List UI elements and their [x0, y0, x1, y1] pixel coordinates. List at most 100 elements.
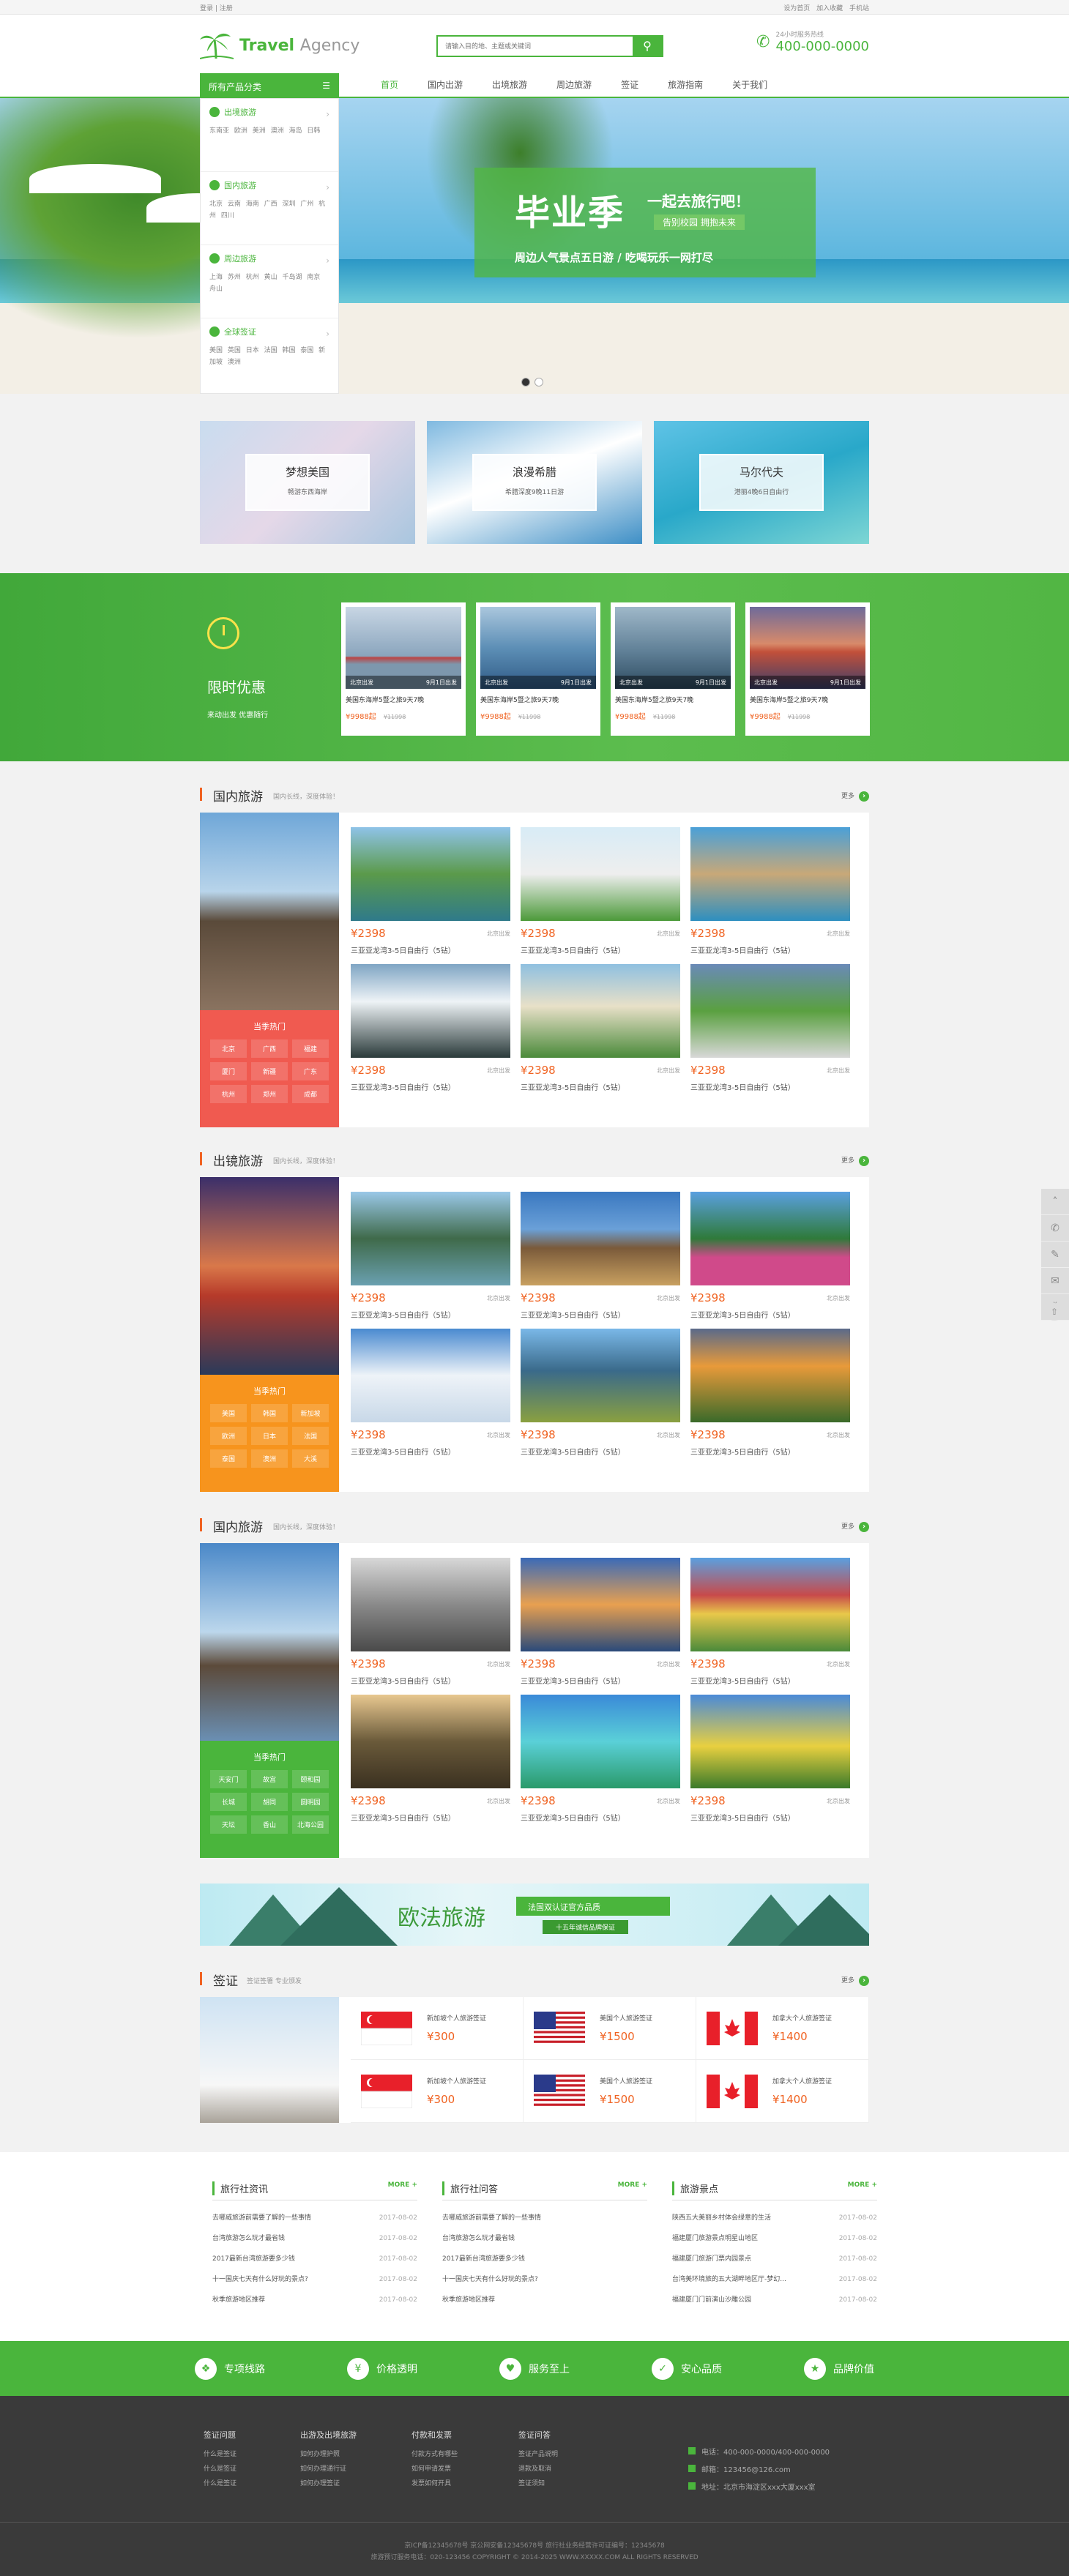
tour-name[interactable]: 三亚亚龙湾3-5日自由行（5钻） — [690, 1812, 850, 1823]
more-link[interactable]: 更多 › — [841, 791, 869, 802]
tour-image[interactable] — [351, 1329, 510, 1422]
news-title[interactable]: 十一国庆七天有什么好玩的景点? — [212, 2269, 308, 2290]
visa-item[interactable]: 新加坡个人旅游签证 ¥300 — [351, 2060, 524, 2123]
hot-destination-link[interactable]: 欧洲 — [210, 1427, 247, 1445]
tour-card[interactable]: ¥2398 北京出发 三亚亚龙湾3-5日自由行（5钻） — [521, 827, 680, 955]
hot-destination-link[interactable]: 广东 — [292, 1062, 329, 1080]
news-item[interactable]: 十一国庆七天有什么好玩的景点? 2017-08-02 — [212, 2269, 417, 2290]
tour-card[interactable]: ¥2398 北京出发 三亚亚龙湾3-5日自由行（5钻） — [351, 1329, 510, 1457]
tour-card[interactable]: ¥2398 北京出发 三亚亚龙湾3-5日自由行（5钻） — [351, 1695, 510, 1823]
hot-destination-link[interactable]: 法国 — [292, 1427, 329, 1445]
hero-banner[interactable]: 毕业季 一起去旅行吧！ 告别校园 拥抱未来 周边人气景点五日游 / 吃喝玩乐一网… — [0, 98, 1069, 394]
section-cover-image[interactable] — [200, 1543, 339, 1741]
tour-card[interactable]: ¥2398 北京出发 三亚亚龙湾3-5日自由行（5钻） — [521, 1329, 680, 1457]
news-title[interactable]: 福建厦门门前演山沙雕公园 — [672, 2290, 751, 2310]
carousel-dot[interactable] — [521, 378, 530, 387]
tour-image[interactable] — [521, 1329, 680, 1422]
category-group[interactable]: 国内旅游 北京 云南 海南 广西 深圳 广州 杭州 四川 › — [201, 172, 338, 245]
search-button[interactable]: ⚲ — [633, 37, 662, 56]
tour-image[interactable] — [521, 1558, 680, 1651]
news-item[interactable]: 台湾美环境旅的五大湖畔地区厅-梦幻... 2017-08-02 — [672, 2269, 877, 2290]
news-title[interactable]: 台湾旅游怎么玩才最省钱 — [442, 2228, 515, 2249]
tour-image[interactable] — [690, 1558, 850, 1651]
footer-link[interactable]: 发票如何开具 — [411, 2476, 458, 2491]
tour-image[interactable] — [351, 1695, 510, 1788]
hot-destination-link[interactable]: 天安门 — [210, 1770, 247, 1788]
tour-card[interactable]: ¥2398 北京出发 三亚亚龙湾3-5日自由行（5钻） — [521, 1558, 680, 1686]
hot-destination-link[interactable]: 长城 — [210, 1793, 247, 1811]
nav-outbound[interactable]: 出境旅游 — [477, 73, 542, 98]
tour-name[interactable]: 三亚亚龙湾3-5日自由行（5钻） — [351, 1309, 510, 1320]
mail-icon[interactable]: ✉ — [1041, 1268, 1069, 1294]
tour-name[interactable]: 三亚亚龙湾3-5日自由行（5钻） — [521, 1812, 680, 1823]
tour-image[interactable] — [521, 964, 680, 1058]
hot-destination-link[interactable]: 圆明园 — [292, 1793, 329, 1811]
visa-item[interactable]: 加拿大个人旅游签证 ¥1400 — [696, 2060, 869, 2123]
category-links[interactable]: 东南亚 欧洲 美洲 澳洲 海岛 日韩 — [209, 125, 329, 137]
deal-card[interactable]: 北京出发 9月1日出发 美国东海岸5暨之旅9天7晚 ¥9988起 ¥11998 — [611, 602, 735, 736]
more-link[interactable]: 更多 › — [841, 1155, 869, 1166]
nav-guide[interactable]: 旅游指南 — [653, 73, 718, 98]
tour-name[interactable]: 三亚亚龙湾3-5日自由行（5钻） — [690, 944, 850, 955]
hot-destination-link[interactable]: 厦门 — [210, 1062, 247, 1080]
category-group[interactable]: 周边旅游 上海 苏州 杭州 黄山 千岛湖 南京 舟山 › — [201, 245, 338, 318]
hot-destination-link[interactable]: 杭州 — [210, 1085, 247, 1103]
footer-link[interactable]: 退款及取消 — [518, 2462, 558, 2476]
hot-destination-link[interactable]: 北京 — [210, 1039, 247, 1058]
hot-destination-link[interactable]: 大溪 — [292, 1449, 329, 1468]
news-title[interactable]: 台湾美环境旅的五大湖畔地区厅-梦幻... — [672, 2269, 786, 2290]
hot-destination-link[interactable]: 新加坡 — [292, 1404, 329, 1422]
edit-icon[interactable]: ✎ — [1041, 1242, 1069, 1268]
tour-image[interactable] — [521, 827, 680, 921]
tour-card[interactable]: ¥2398 北京出发 三亚亚龙湾3-5日自由行（5钻） — [690, 1192, 850, 1320]
category-links[interactable]: 上海 苏州 杭州 黄山 千岛湖 南京 舟山 — [209, 272, 329, 295]
hot-destination-link[interactable]: 澳洲 — [251, 1449, 288, 1468]
section-cover-image[interactable] — [200, 813, 339, 1010]
tour-image[interactable] — [690, 827, 850, 921]
more-link[interactable]: MORE + — [388, 2181, 417, 2195]
hot-destination-link[interactable]: 日本 — [251, 1427, 288, 1445]
news-item[interactable]: 去哪威旅游前需要了解的一些事情 2017-08-02 — [212, 2208, 417, 2228]
news-item[interactable]: 福建厦门门前演山沙雕公园 2017-08-02 — [672, 2290, 877, 2310]
news-title[interactable]: 秋季旅游地区推荐 — [212, 2290, 265, 2310]
footer-link[interactable]: 什么是签证 — [204, 2447, 236, 2462]
category-menu-button[interactable]: 所有产品分类 ☰ — [200, 73, 339, 98]
category-group[interactable]: 全球签证 美国 英国 日本 法国 韩国 泰国 新加坡 澳洲 › — [201, 318, 338, 392]
tour-card[interactable]: ¥2398 北京出发 三亚亚龙湾3-5日自由行（5钻） — [690, 964, 850, 1092]
feature-card[interactable]: 马尔代夫 港丽4晚6日自由行 — [654, 421, 869, 544]
search-input[interactable] — [438, 37, 633, 56]
hot-destination-link[interactable]: 故宫 — [251, 1770, 288, 1788]
feature-card[interactable]: 浪漫希腊 希腊深度9晚11日游 — [427, 421, 642, 544]
news-item[interactable]: 福建厦门旅游景点明星山地区 2017-08-02 — [672, 2228, 877, 2249]
nav-home[interactable]: 首页 — [366, 73, 413, 98]
phone-icon[interactable]: ✆ — [1041, 1215, 1069, 1242]
footer-link[interactable]: 付款方式有哪些 — [411, 2447, 458, 2462]
tour-card[interactable]: ¥2398 北京出发 三亚亚龙湾3-5日自由行（5钻） — [521, 1192, 680, 1320]
visa-item[interactable]: 美国个人旅游签证 ¥1500 — [524, 2060, 696, 2123]
hot-destination-link[interactable]: 新疆 — [251, 1062, 288, 1080]
news-item[interactable]: 陕西五大美丽乡村体会绿意的生活 2017-08-02 — [672, 2208, 877, 2228]
tour-card[interactable]: ¥2398 北京出发 三亚亚龙湾3-5日自由行（5钻） — [521, 1695, 680, 1823]
tour-card[interactable]: ¥2398 北京出发 三亚亚龙湾3-5日自由行（5钻） — [351, 1558, 510, 1686]
news-item[interactable]: 秋季旅游地区推荐 2017-08-02 — [212, 2290, 417, 2310]
hot-destination-link[interactable]: 香山 — [251, 1815, 288, 1834]
news-item[interactable]: 秋季旅游地区推荐 — [442, 2290, 647, 2310]
more-link[interactable]: MORE + — [848, 2181, 877, 2195]
tour-name[interactable]: 三亚亚龙湾3-5日自由行（5钻） — [351, 1675, 510, 1686]
visa-item[interactable]: 加拿大个人旅游签证 ¥1400 — [696, 1997, 869, 2060]
tour-image[interactable] — [351, 827, 510, 921]
tour-image[interactable] — [690, 1192, 850, 1285]
tour-name[interactable]: 三亚亚龙湾3-5日自由行（5钻） — [521, 944, 680, 955]
visa-item[interactable]: 美国个人旅游签证 ¥1500 — [524, 1997, 696, 2060]
deal-card[interactable]: 北京出发 9月1日出发 美国东海岸5暨之旅9天7晚 ¥9988起 ¥11998 — [476, 602, 600, 736]
hot-destination-link[interactable]: 郑州 — [251, 1085, 288, 1103]
tour-name[interactable]: 三亚亚龙湾3-5日自由行（5钻） — [351, 1446, 510, 1457]
more-link[interactable]: 更多 › — [841, 1521, 869, 1532]
tour-image[interactable] — [690, 964, 850, 1058]
nav-domestic[interactable]: 国内出游 — [413, 73, 477, 98]
tour-image[interactable] — [521, 1192, 680, 1285]
news-item[interactable]: 台湾旅游怎么玩才最省钱 2017-08-02 — [212, 2228, 417, 2249]
tour-card[interactable]: ¥2398 北京出发 三亚亚龙湾3-5日自由行（5钻） — [351, 1192, 510, 1320]
tour-name[interactable]: 三亚亚龙湾3-5日自由行（5钻） — [351, 944, 510, 955]
tour-image[interactable] — [690, 1329, 850, 1422]
